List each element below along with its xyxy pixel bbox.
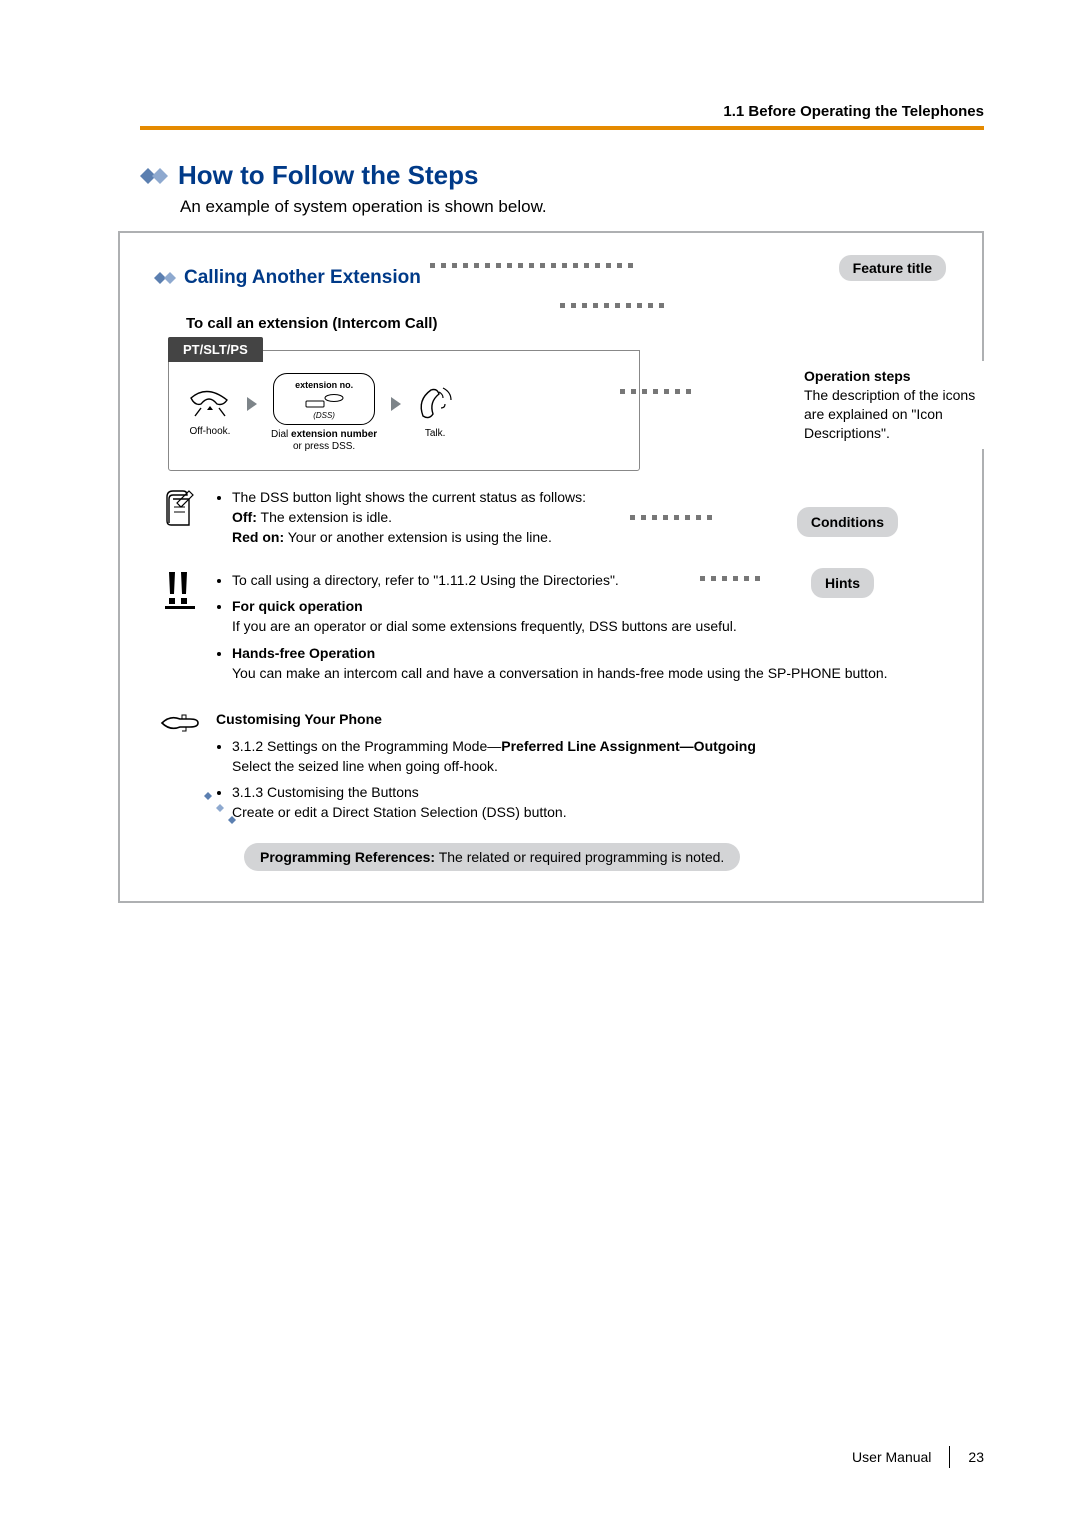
- page-header: 1.1 Before Operating the Telephones: [140, 0, 984, 126]
- conditions-line1: The DSS button light shows the current s…: [232, 489, 586, 505]
- conditions-red-label: Red on:: [232, 529, 284, 545]
- customise-body: Customising Your Phone 3.1.2 Settings on…: [216, 709, 958, 828]
- step-caption: Dial extension number or press DSS.: [271, 429, 377, 454]
- step-caption: Talk.: [415, 428, 455, 441]
- footer-page-number: 23: [968, 1449, 984, 1465]
- steps-panel: PT/SLT/PS Off-hook. extension no.: [168, 350, 640, 471]
- hints-label: Hints: [811, 568, 874, 598]
- footer-divider: [949, 1446, 950, 1468]
- page: 1.1 Before Operating the Telephones How …: [0, 0, 1080, 1528]
- steps-row: Off-hook. extension no. (DSS) Dial exten…: [169, 351, 639, 470]
- breadcrumb: 1.1 Before Operating the Telephones: [723, 103, 984, 120]
- section-intro: An example of system operation is shown …: [180, 197, 984, 217]
- customise-title: Customising Your Phone: [216, 709, 958, 729]
- notepad-icon: [160, 487, 200, 554]
- footer-manual: User Manual: [852, 1449, 931, 1465]
- conditions-red-text: Your or another extension is using the l…: [284, 529, 552, 545]
- conditions-row: The DSS button light shows the current s…: [160, 487, 958, 554]
- operation-steps-title: Operation steps: [804, 368, 911, 384]
- handset-button-icon: [304, 392, 344, 408]
- phone-type-tab: PT/SLT/PS: [168, 337, 263, 362]
- conditions-off-text: The extension is idle.: [257, 509, 392, 525]
- customise-row: Customising Your Phone 3.1.2 Settings on…: [160, 709, 958, 828]
- operation-steps-desc: The description of the icons are explain…: [804, 387, 975, 441]
- feature-title-label: Feature title: [839, 255, 946, 281]
- hints-row: To call using a directory, refer to "1.1…: [160, 570, 958, 689]
- page-footer: User Manual 23: [852, 1446, 984, 1468]
- dial-pill-title: extension no.: [282, 380, 366, 392]
- step-dial: extension no. (DSS) Dial extension numbe…: [271, 373, 377, 454]
- exclaim-icon: [160, 570, 200, 689]
- feature-heading: Calling Another Extension: [154, 267, 958, 289]
- diamond-bullet-icon: [140, 168, 168, 184]
- operation-steps-callout: Operation steps The description of the i…: [794, 361, 994, 449]
- conditions-off-label: Off:: [232, 509, 257, 525]
- leader-dots: [560, 303, 664, 308]
- customise-item: 3.1.3 Customising the Buttons Create or …: [232, 782, 958, 823]
- diamond-bullet-icon: [154, 272, 176, 285]
- talk-icon: [415, 386, 455, 420]
- conditions-label: Conditions: [797, 507, 898, 537]
- diamond-trail-icon: [202, 790, 252, 835]
- hint-item: Hands-free Operation You can make an int…: [232, 643, 958, 684]
- leader-dots: [620, 389, 691, 394]
- section-heading: How to Follow the Steps: [140, 160, 984, 191]
- play-arrow-icon: [391, 397, 401, 411]
- play-arrow-icon: [247, 397, 257, 411]
- feature-heading-text: Calling Another Extension: [184, 267, 421, 289]
- header-rule: [140, 126, 984, 130]
- offhook-icon: [187, 388, 233, 418]
- feature-subtitle: To call an extension (Intercom Call): [186, 315, 958, 332]
- leader-dots: [430, 263, 633, 268]
- leader-dots: [700, 576, 760, 581]
- customise-item: 3.1.2 Settings on the Programming Mode—P…: [232, 736, 958, 777]
- programming-references-chip: Programming References: The related or r…: [244, 843, 740, 871]
- step-offhook: Off-hook.: [187, 388, 233, 439]
- dial-pill: extension no. (DSS): [273, 373, 375, 425]
- section-title: How to Follow the Steps: [178, 160, 478, 191]
- dial-pill-sub: (DSS): [282, 411, 366, 420]
- step-talk: Talk.: [415, 386, 455, 441]
- leader-dots: [630, 515, 712, 520]
- hint-item: For quick operation If you are an operat…: [232, 596, 958, 637]
- pointer-icon: [160, 709, 200, 828]
- step-caption: Off-hook.: [187, 426, 233, 439]
- example-panel: Feature title Calling Another Extension …: [118, 231, 984, 903]
